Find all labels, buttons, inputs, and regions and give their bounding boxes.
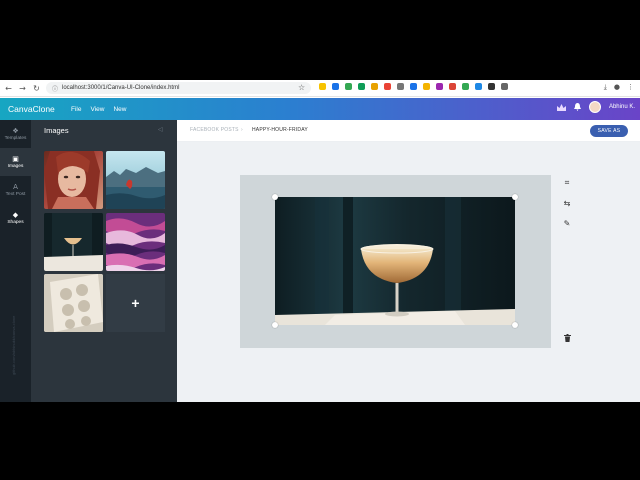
menu-view[interactable]: View [90,106,104,113]
sidebar-item-label: Images [7,164,24,169]
extension-icon[interactable] [319,83,326,90]
menu-new[interactable]: New [113,106,126,113]
extension-icon[interactable] [501,83,508,90]
text-icon: A [13,183,18,191]
image-thumb-abstract[interactable] [106,213,165,271]
brand-logo[interactable]: CanvaClone [8,104,62,114]
shapes-icon: ◆ [12,211,19,219]
more-menu-icon[interactable]: ⋮ [627,83,634,92]
extension-icon[interactable] [345,83,352,90]
forward-icon[interactable]: → [17,83,28,94]
notification-bell-icon[interactable] [573,103,581,111]
extension-icon[interactable] [449,83,456,90]
extension-icon[interactable] [423,83,430,90]
extension-icon[interactable] [462,83,469,90]
reload-icon[interactable]: ↻ [31,83,42,94]
extension-icon[interactable] [475,83,482,90]
sidebar-rail: ❖ Templates ▣ Images A Text Post ◆ Shape… [0,120,31,402]
extension-icon[interactable] [488,83,495,90]
extension-icon[interactable] [410,83,417,90]
sidebar-item-text-post[interactable]: A Text Post [0,176,31,204]
image-thumb-coast[interactable] [106,151,165,209]
rail-footer-text: github.com/abhinukk/canva-clone [11,315,16,375]
images-panel: Images ◁ + [31,120,177,402]
address-bar[interactable]: ⓘ localhost:3000/1/Canva-UI-Clone/index.… [46,82,311,94]
resize-handle-bottom-right[interactable] [512,322,518,328]
image-icon: ▣ [12,155,19,163]
edit-pencil-icon[interactable]: ✎ [559,215,575,231]
browser-window: ← → ↻ ⓘ localhost:3000/1/Canva-UI-Clone/… [0,80,640,402]
selected-image[interactable] [275,197,515,325]
panel-title: Images [44,126,69,135]
sidebar-item-label: Shapes [7,220,24,225]
delete-icon[interactable] [559,330,575,346]
back-icon[interactable]: ← [3,83,14,94]
app-header: CanvaClone File View New Abhinu K. [0,98,640,120]
extension-icon[interactable] [332,83,339,90]
crop-icon[interactable]: ⌗ [559,175,575,191]
save-as-button[interactable]: SAVE AS [590,125,628,137]
sidebar-item-label: Templates [4,136,27,141]
bookmark-star-icon[interactable]: ☆ [298,83,305,92]
browser-toolbar: ← → ↻ ⓘ localhost:3000/1/Canva-UI-Clone/… [0,80,640,97]
menu-file[interactable]: File [71,106,81,113]
collapse-panel-icon[interactable]: ◁ [158,126,163,133]
image-thumb-portrait[interactable] [44,151,103,209]
resize-handle-bottom-left[interactable] [272,322,278,328]
breadcrumb-separator: › [241,127,243,133]
extension-icon[interactable] [384,83,391,90]
extension-icon[interactable] [371,83,378,90]
browser-actions: ⤓ ● ⋮ [604,83,634,92]
crown-icon[interactable] [556,103,566,111]
extension-icon[interactable] [358,83,365,90]
resize-handle-top-right[interactable] [512,194,518,200]
profile-icon[interactable]: ● [614,83,620,92]
design-canvas[interactable] [240,175,551,348]
resize-handle-top-left[interactable] [272,194,278,200]
add-image-button[interactable]: + [106,274,165,332]
image-thumb-macarons[interactable] [44,274,103,332]
sidebar-item-shapes[interactable]: ◆ Shapes [0,204,31,232]
sidebar-item-label: Text Post [5,192,26,197]
user-name[interactable]: Abhinu K. [609,104,635,110]
sidebar-item-templates[interactable]: ❖ Templates [0,120,31,148]
avatar[interactable] [588,101,601,113]
breadcrumb-current: HAPPY-HOUR-FRIDAY [252,127,308,133]
extension-icon[interactable] [397,83,404,90]
layers-icon: ❖ [12,127,19,135]
extension-icon[interactable] [436,83,443,90]
image-thumb-cocktail[interactable] [44,213,103,271]
download-icon[interactable]: ⤓ [604,83,607,92]
site-info-icon[interactable]: ⓘ [52,84,58,93]
flip-icon[interactable]: ⇆ [559,195,575,211]
editor-toolbar: FACEBOOK POSTS › HAPPY-HOUR-FRIDAY SAVE … [177,120,640,142]
sidebar-item-images[interactable]: ▣ Images [0,148,31,176]
url-text: localhost:3000/1/Canva-UI-Clone/index.ht… [62,85,180,91]
breadcrumb-root[interactable]: FACEBOOK POSTS [190,127,239,133]
header-actions: Abhinu K. [556,101,635,113]
extensions-bar [319,83,508,90]
